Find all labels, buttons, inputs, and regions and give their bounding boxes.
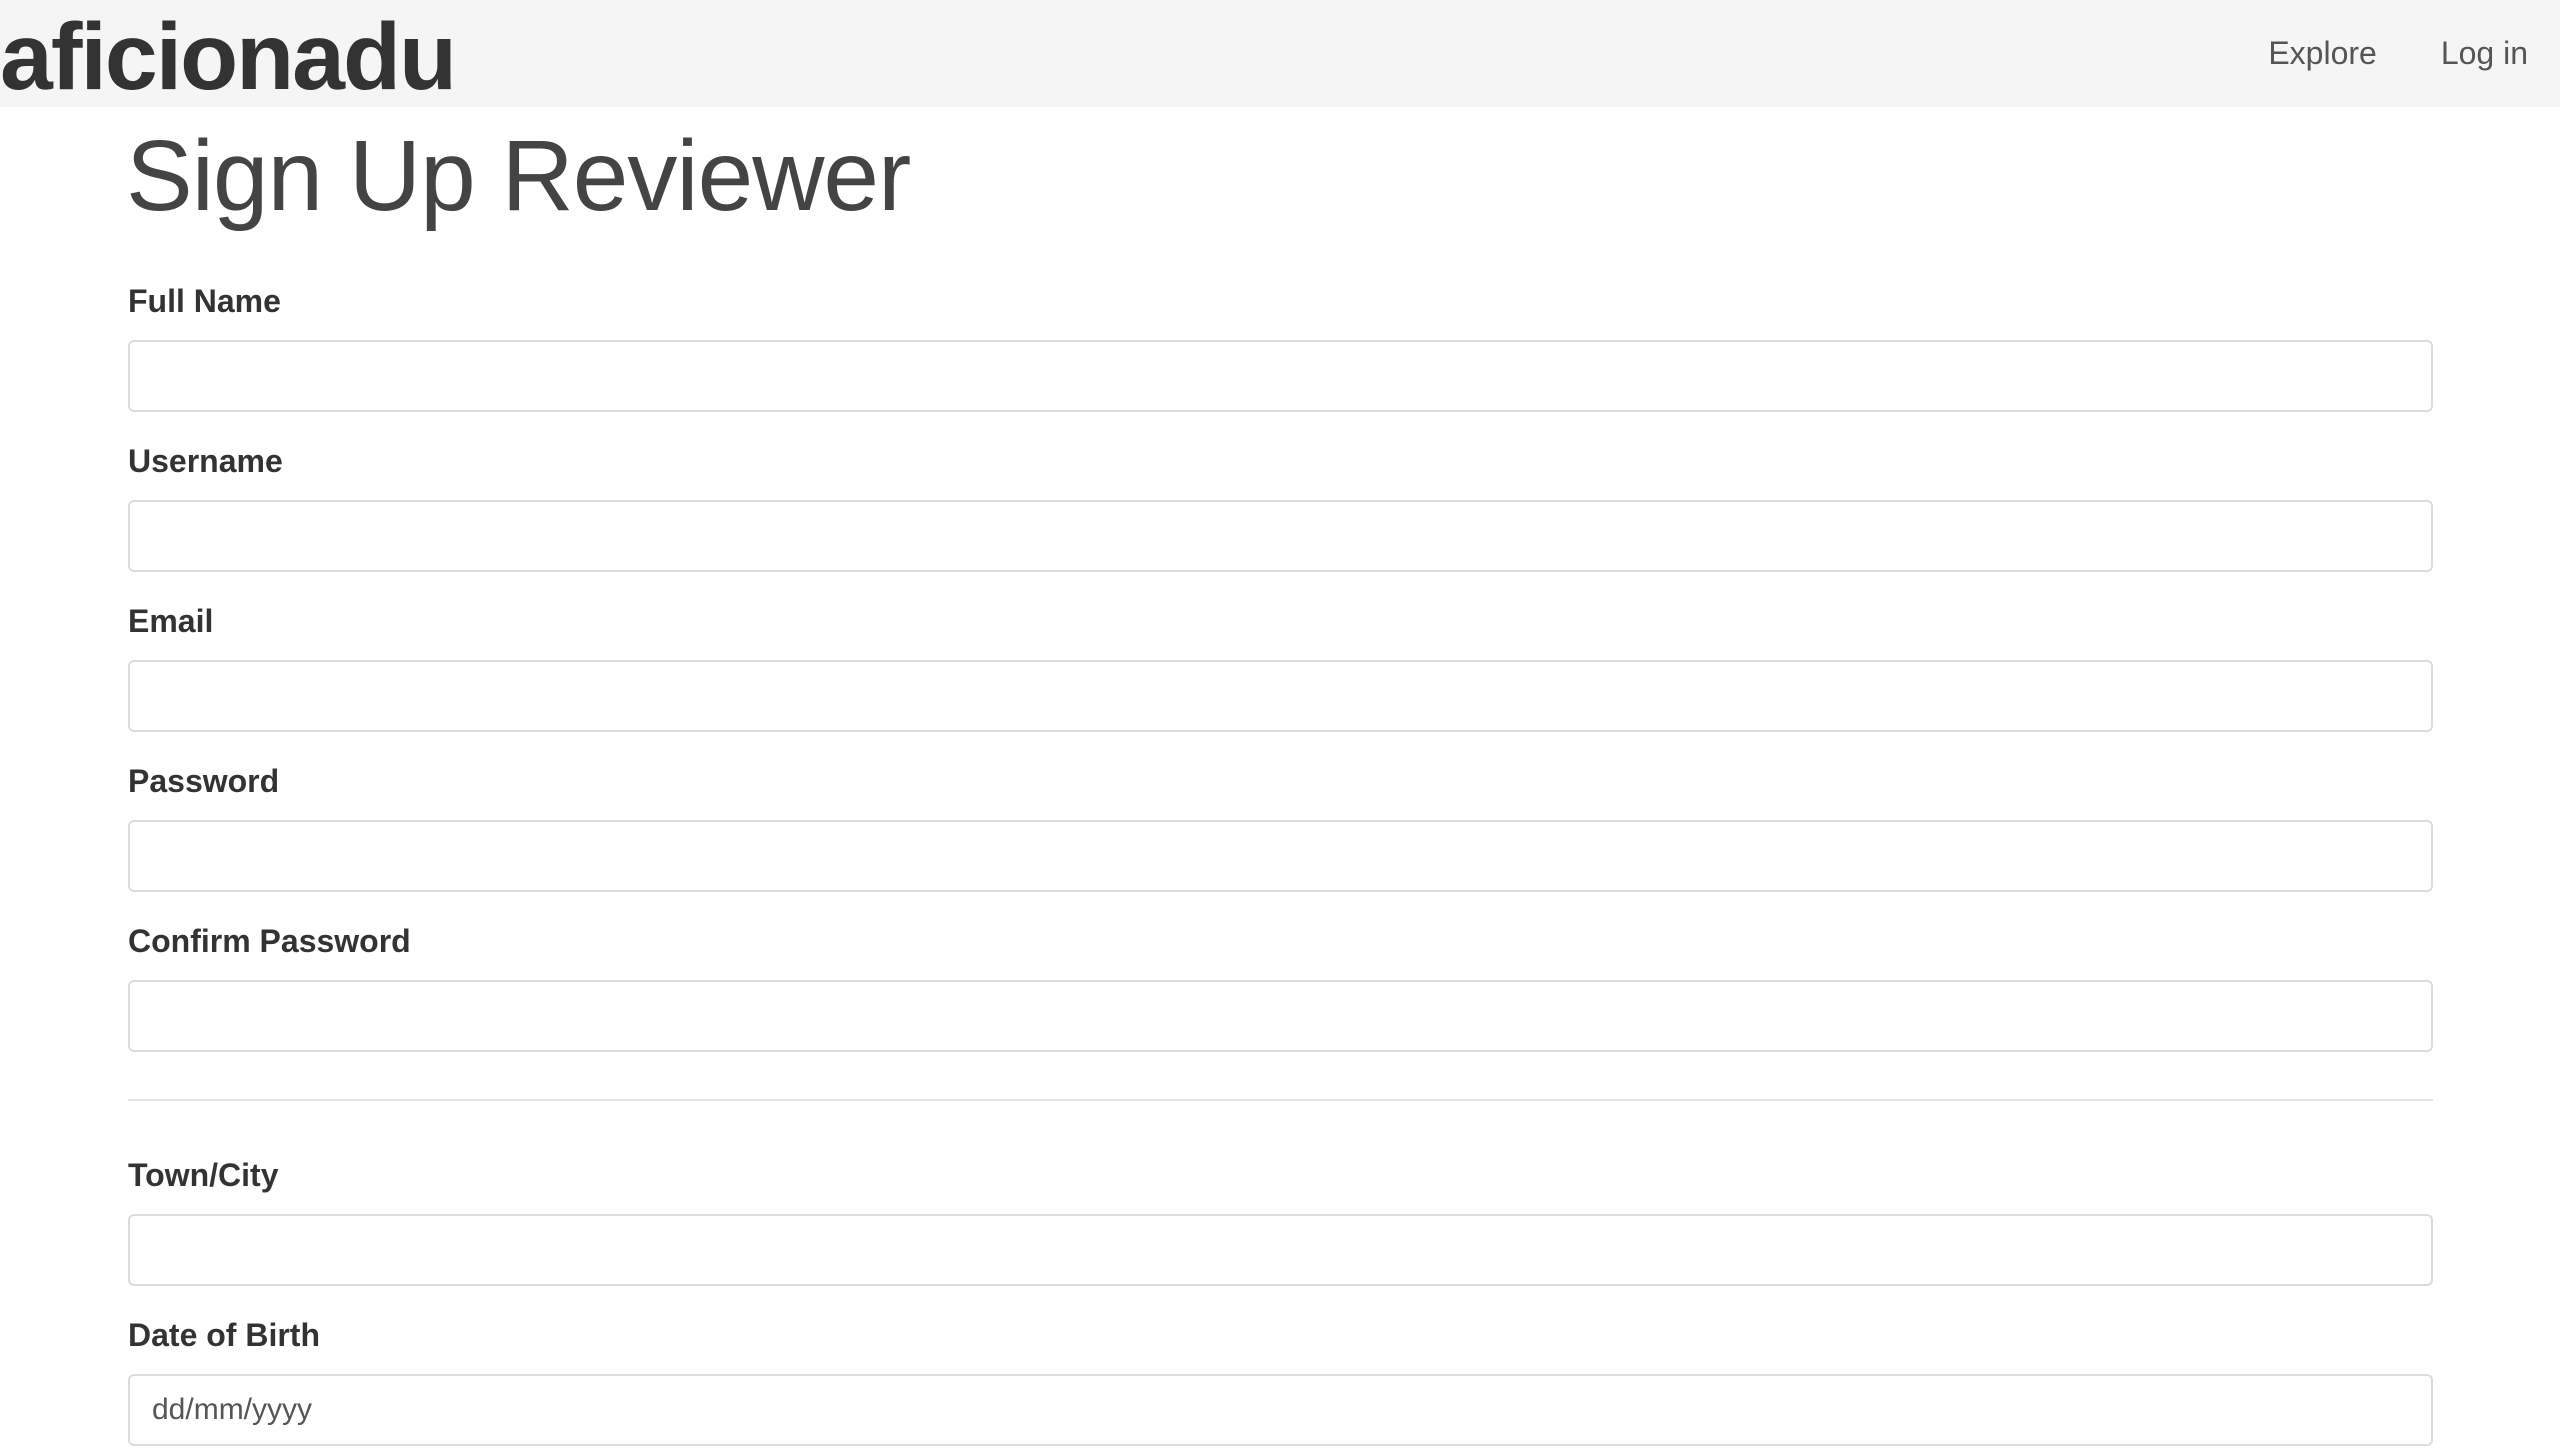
email-group: Email <box>128 601 2433 732</box>
username-input[interactable] <box>128 500 2433 572</box>
username-label: Username <box>128 443 283 479</box>
nav-links: Explore Log in <box>2236 0 2560 107</box>
full-name-group: Full Name <box>128 281 2433 412</box>
confirm-password-group: Confirm Password <box>128 921 2433 1052</box>
town-city-input[interactable] <box>128 1214 2433 1286</box>
brand-logo[interactable]: aficionadu <box>0 4 457 111</box>
email-input[interactable] <box>128 660 2433 732</box>
date-of-birth-group: Date of Birth <box>128 1315 2433 1446</box>
nav-login-link[interactable]: Log in <box>2441 35 2528 72</box>
top-navbar: aficionadu Explore Log in <box>0 0 2560 110</box>
nav-explore-link[interactable]: Explore <box>2268 35 2377 72</box>
page-title: Sign Up Reviewer <box>126 120 911 232</box>
username-group: Username <box>128 441 2433 572</box>
password-label: Password <box>128 763 280 799</box>
form-divider <box>128 1099 2433 1101</box>
confirm-password-input[interactable] <box>128 980 2433 1052</box>
password-input[interactable] <box>128 820 2433 892</box>
password-group: Password <box>128 761 2433 892</box>
town-city-label: Town/City <box>128 1157 279 1193</box>
full-name-label: Full Name <box>128 283 281 319</box>
date-of-birth-label: Date of Birth <box>128 1317 320 1353</box>
town-city-group: Town/City <box>128 1155 2433 1286</box>
full-name-input[interactable] <box>128 340 2433 412</box>
date-of-birth-input[interactable] <box>128 1374 2433 1446</box>
email-label: Email <box>128 603 214 639</box>
confirm-password-label: Confirm Password <box>128 923 411 959</box>
